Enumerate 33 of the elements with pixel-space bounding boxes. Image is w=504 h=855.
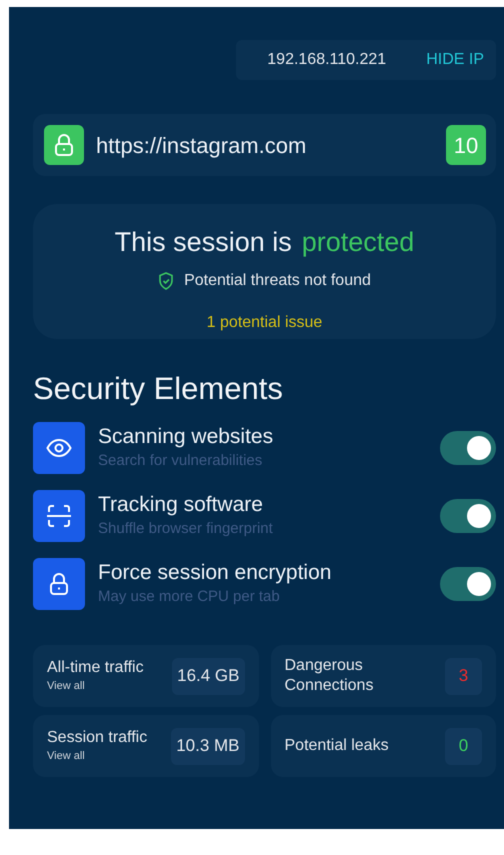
stat-value: 0 <box>445 728 482 764</box>
site-url: https://instagram.com <box>96 132 308 160</box>
feature-title: Scanning websites <box>98 424 274 450</box>
stat-label: Potential leaks <box>284 736 390 756</box>
feature-subtitle: May use more CPU per tab <box>98 586 281 607</box>
view-all-link[interactable]: View all <box>47 748 172 764</box>
stat-label: Session traffic <box>47 728 148 748</box>
site-score: 10 <box>446 125 486 165</box>
feature-subtitle: Shuffle browser fingerprint <box>98 518 274 539</box>
lock-icon <box>54 134 74 156</box>
stat-value: 16.4 GB <box>172 658 244 694</box>
issues-link[interactable]: 1 potential issue <box>206 310 322 334</box>
shield-check-icon <box>158 272 174 290</box>
scan-icon <box>46 504 72 528</box>
feature-title: Tracking software <box>98 492 264 518</box>
eye-icon <box>46 439 72 457</box>
feature-title: Force session encryption <box>98 560 332 586</box>
stat-label: All-time traffic <box>47 658 145 678</box>
toggle-switch[interactable] <box>440 431 496 465</box>
hide-ip-button[interactable]: HIDE IP <box>426 48 484 72</box>
stat-value: 10.3 MB <box>171 728 244 764</box>
session-title: This session is <box>114 226 292 259</box>
toggle-switch[interactable] <box>440 567 496 601</box>
ip-address: 192.168.110.221 <box>267 50 386 70</box>
view-all-link[interactable]: View all <box>47 678 172 694</box>
toggle-switch[interactable] <box>440 499 496 533</box>
section-title: Security Elements <box>33 373 284 404</box>
feature-subtitle: Search for vulnerabilities <box>98 450 264 471</box>
session-status: protected <box>302 226 414 259</box>
threats-status: Potential threats not found <box>184 270 371 290</box>
stat-value: 3 <box>445 658 482 694</box>
stat-label: Dangerous Connections <box>284 656 374 696</box>
lock-icon <box>49 573 69 595</box>
